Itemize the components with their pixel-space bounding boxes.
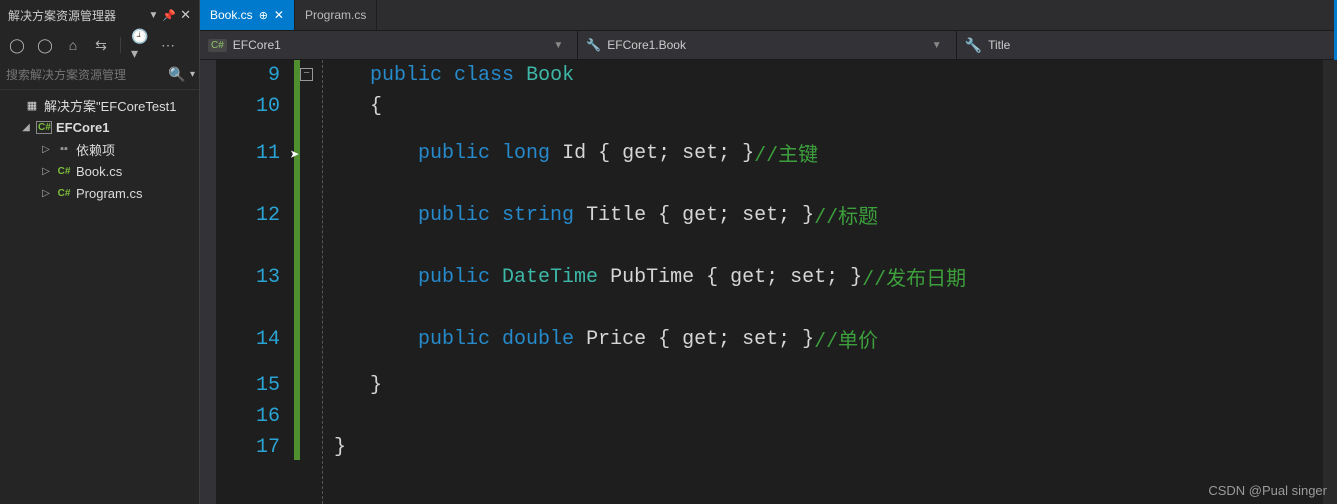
code-line: public class Book bbox=[334, 60, 1334, 91]
solution-explorer: 解决方案资源管理器 ▼ 📌 ✕ ◯ ◯ ⌂ ⇆ 🕘▾ ⋯ 🔍 ▾ ▦ 解决方案"… bbox=[0, 0, 200, 504]
file-node-program[interactable]: ▷ C# Program.cs bbox=[0, 182, 199, 204]
chevron-down-icon[interactable]: ▼ bbox=[932, 40, 948, 51]
expander-icon[interactable]: ▷ bbox=[40, 166, 52, 177]
solution-explorer-header: 解决方案资源管理器 ▼ 📌 ✕ bbox=[0, 0, 199, 30]
code-editor[interactable]: 9 10 11 12 13 14 15 16 17 − ➤ public cla… bbox=[200, 60, 1334, 504]
solution-search-input[interactable] bbox=[6, 68, 164, 82]
line-number-gutter: 9 10 11 12 13 14 15 16 17 bbox=[216, 60, 298, 504]
expander-icon[interactable]: ◢ bbox=[20, 122, 32, 133]
file-label: Program.cs bbox=[76, 186, 142, 201]
code-line: public long Id { get; set; }//主键 bbox=[334, 122, 1334, 184]
dependencies-node[interactable]: ▷ ▪▪ 依赖项 bbox=[0, 138, 199, 160]
code-line bbox=[334, 401, 1334, 432]
tab-pin-icon[interactable]: ⊕ bbox=[259, 9, 268, 22]
editor-tabs: Book.cs ⊕ ✕ Program.cs bbox=[200, 0, 1334, 30]
line-number: 10 bbox=[216, 91, 280, 122]
line-number: 9 bbox=[216, 60, 280, 91]
nav-class[interactable]: 🔧 EFCore1.Book ▼ bbox=[578, 31, 956, 59]
solution-label: 解决方案"EFCoreTest1 bbox=[44, 96, 176, 115]
solution-explorer-title: 解决方案资源管理器 bbox=[8, 7, 144, 24]
line-number: 12 bbox=[216, 184, 280, 246]
solution-search-row: 🔍 ▾ bbox=[0, 60, 199, 90]
code-line: public string Title { get; set; }//标题 bbox=[334, 184, 1334, 246]
fold-margin: − bbox=[298, 60, 322, 504]
nav-member-label: Title bbox=[988, 38, 1010, 52]
solution-tree: ▦ 解决方案"EFCoreTest1 ◢ C# EFCore1 ▷ ▪▪ 依赖项… bbox=[0, 90, 199, 208]
more-icon[interactable]: ⋯ bbox=[159, 36, 177, 54]
tab-book[interactable]: Book.cs ⊕ ✕ bbox=[200, 0, 295, 30]
nav-namespace-label: EFCore1 bbox=[233, 38, 281, 52]
cs-file-icon: C# bbox=[56, 188, 72, 199]
tab-label: Program.cs bbox=[305, 8, 366, 22]
chevron-down-icon[interactable]: ▼ bbox=[553, 40, 569, 51]
code-content[interactable]: ➤ public class Book { public long Id { g… bbox=[334, 60, 1334, 504]
pin-icon[interactable]: 📌 bbox=[162, 9, 176, 22]
code-line: { bbox=[334, 91, 1334, 122]
class-icon: 🔧 bbox=[586, 38, 601, 52]
solution-node[interactable]: ▦ 解决方案"EFCoreTest1 bbox=[0, 94, 199, 116]
line-number: 13 bbox=[216, 246, 280, 308]
line-number: 11 bbox=[216, 122, 280, 184]
editor-area: Book.cs ⊕ ✕ Program.cs C# EFCore1 ▼ 🔧 EF… bbox=[200, 0, 1337, 504]
cs-file-icon: C# bbox=[56, 166, 72, 177]
tab-program[interactable]: Program.cs bbox=[295, 0, 377, 30]
csproj-icon: C# bbox=[36, 121, 52, 134]
indicator-margin bbox=[200, 60, 216, 504]
view-dropdown-icon[interactable]: ▼ bbox=[148, 10, 158, 21]
toolbar-separator bbox=[120, 37, 121, 53]
file-node-book[interactable]: ▷ C# Book.cs bbox=[0, 160, 199, 182]
close-icon[interactable]: ✕ bbox=[180, 7, 191, 23]
back-icon[interactable]: ◯ bbox=[8, 36, 26, 54]
expander-icon[interactable]: ▷ bbox=[40, 144, 52, 155]
wrench-icon: 🔧 bbox=[965, 37, 982, 54]
forward-icon[interactable]: ◯ bbox=[36, 36, 54, 54]
tab-label: Book.cs bbox=[210, 8, 253, 22]
fold-toggle-icon[interactable]: − bbox=[300, 68, 313, 81]
search-icon[interactable]: 🔍 bbox=[168, 66, 186, 84]
watermark: CSDN @Pual singer bbox=[1208, 483, 1327, 498]
code-navbar: C# EFCore1 ▼ 🔧 EFCore1.Book ▼ 🔧 Title bbox=[200, 30, 1334, 60]
code-line: public DateTime PubTime { get; set; }//发… bbox=[334, 246, 1334, 308]
line-number: 17 bbox=[216, 432, 280, 463]
tab-close-icon[interactable]: ✕ bbox=[274, 8, 284, 22]
code-line: } bbox=[334, 370, 1334, 401]
project-label: EFCore1 bbox=[56, 120, 109, 135]
indent-guide bbox=[322, 60, 334, 504]
file-label: Book.cs bbox=[76, 164, 122, 179]
history-icon[interactable]: 🕘▾ bbox=[131, 36, 149, 54]
code-line: } bbox=[334, 432, 1334, 463]
solution-icon: ▦ bbox=[24, 99, 40, 112]
nav-class-label: EFCore1.Book bbox=[607, 38, 686, 52]
home-icon[interactable]: ⌂ bbox=[64, 36, 82, 54]
expander-icon[interactable]: ▷ bbox=[40, 188, 52, 199]
code-line: public double Price { get; set; }//单价 bbox=[334, 308, 1334, 370]
line-number: 15 bbox=[216, 370, 280, 401]
sync-icon[interactable]: ⇆ bbox=[92, 36, 110, 54]
solution-toolbar: ◯ ◯ ⌂ ⇆ 🕘▾ ⋯ bbox=[0, 30, 199, 60]
vertical-scrollbar[interactable] bbox=[1323, 60, 1337, 504]
search-options-icon[interactable]: ▾ bbox=[190, 69, 195, 80]
project-node[interactable]: ◢ C# EFCore1 bbox=[0, 116, 199, 138]
nav-member[interactable]: 🔧 Title bbox=[957, 31, 1334, 59]
dependencies-label: 依赖项 bbox=[76, 140, 115, 159]
csharp-icon: C# bbox=[208, 39, 227, 52]
line-number: 14 bbox=[216, 308, 280, 370]
dependencies-icon: ▪▪ bbox=[56, 143, 72, 155]
nav-namespace[interactable]: C# EFCore1 ▼ bbox=[200, 31, 578, 59]
line-number: 16 bbox=[216, 401, 280, 432]
